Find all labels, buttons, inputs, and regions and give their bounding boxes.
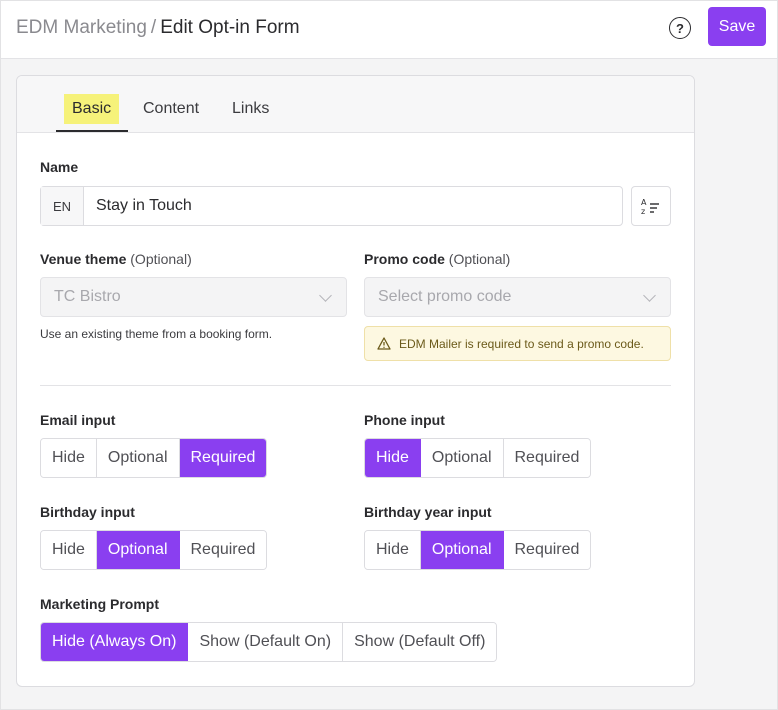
venue-theme-value: TC Bistro (54, 288, 121, 305)
translate-button[interactable]: A z (631, 186, 671, 226)
marketing-prompt-show-default-on-option[interactable]: Show (Default On) (188, 623, 344, 661)
save-button[interactable]: Save (708, 7, 766, 46)
promo-code-placeholder: Select promo code (378, 288, 512, 305)
section-divider (40, 385, 671, 386)
marketing-prompt-toggle: Hide (Always On) Show (Default On) Show … (40, 622, 498, 662)
active-tab-indicator (56, 130, 128, 132)
birthday-year-input-label: Birthday year input (364, 504, 492, 520)
promo-code-label-text: Promo code (364, 251, 445, 267)
promo-code-warning-text: EDM Mailer is required to send a promo c… (399, 336, 644, 351)
birthday-input-label: Birthday input (40, 504, 135, 520)
birthday-year-hide-option[interactable]: Hide (365, 531, 421, 569)
chevron-down-icon (319, 289, 332, 302)
tab-basic[interactable]: Basic (64, 94, 120, 124)
form-card: Basic Content Links Name EN A z Venue th… (16, 75, 695, 687)
marketing-prompt-hide-option[interactable]: Hide (Always On) (41, 623, 189, 661)
email-input-label: Email input (40, 412, 116, 428)
app-window: EDM Marketing / Edit Opt-in Form ? Save Ba… (0, 0, 778, 710)
venue-theme-select[interactable]: TC Bistro (40, 277, 347, 317)
birthday-input-optional-option[interactable]: Optional (96, 531, 180, 569)
chevron-down-icon (643, 289, 656, 302)
promo-code-optional: (Optional) (448, 251, 511, 267)
name-label: Name (40, 159, 79, 175)
breadcrumb-separator: / (150, 17, 157, 38)
phone-input-optional-option[interactable]: Optional (420, 439, 504, 477)
page-title: Edit Opt-in Form (160, 17, 300, 38)
name-field: EN (40, 186, 623, 226)
breadcrumb: EDM Marketing / Edit Opt-in Form (16, 16, 300, 40)
tab-bar: Basic Content Links (17, 76, 694, 133)
language-badge: EN (41, 187, 84, 225)
marketing-prompt-show-default-off-option[interactable]: Show (Default Off) (343, 623, 497, 661)
venue-theme-hint: Use an existing theme from a booking for… (40, 327, 273, 341)
phone-input-required-option[interactable]: Required (503, 439, 591, 477)
venue-theme-label: Venue theme (Optional) (40, 251, 192, 267)
breadcrumb-parent-link[interactable]: EDM Marketing (16, 17, 147, 38)
venue-theme-label-text: Venue theme (40, 251, 127, 267)
promo-code-select[interactable]: Select promo code (364, 277, 671, 317)
page-header: EDM Marketing / Edit Opt-in Form ? Save (1, 1, 777, 59)
question-circle-icon[interactable]: ? (669, 17, 691, 39)
birthday-year-optional-option[interactable]: Optional (420, 531, 504, 569)
marketing-prompt-label: Marketing Prompt (40, 596, 160, 612)
phone-input-hide-option[interactable]: Hide (365, 439, 421, 477)
birthday-input-required-option[interactable]: Required (179, 531, 267, 569)
email-input-optional-option[interactable]: Optional (96, 439, 180, 477)
venue-theme-optional: (Optional) (130, 251, 192, 267)
birthday-input-hide-option[interactable]: Hide (41, 531, 97, 569)
name-input[interactable] (84, 187, 622, 225)
birthday-input-toggle: Hide Optional Required (40, 530, 268, 570)
promo-code-warning: EDM Mailer is required to send a promo c… (364, 326, 671, 361)
promo-code-label: Promo code (Optional) (364, 251, 510, 267)
email-input-toggle: Hide Optional Required (40, 438, 268, 478)
phone-input-label: Phone input (364, 412, 445, 428)
birthday-year-input-toggle: Hide Optional Required (364, 530, 592, 570)
translate-sort-icon: A z (641, 198, 659, 215)
phone-input-toggle: Hide Optional Required (364, 438, 592, 478)
svg-text:z: z (641, 207, 645, 215)
email-input-hide-option[interactable]: Hide (41, 439, 97, 477)
warning-icon (377, 337, 391, 350)
tab-links[interactable]: Links (224, 94, 277, 124)
tab-content[interactable]: Content (135, 94, 207, 124)
email-input-required-option[interactable]: Required (179, 439, 267, 477)
birthday-year-required-option[interactable]: Required (503, 531, 591, 569)
svg-text:A: A (641, 198, 647, 207)
